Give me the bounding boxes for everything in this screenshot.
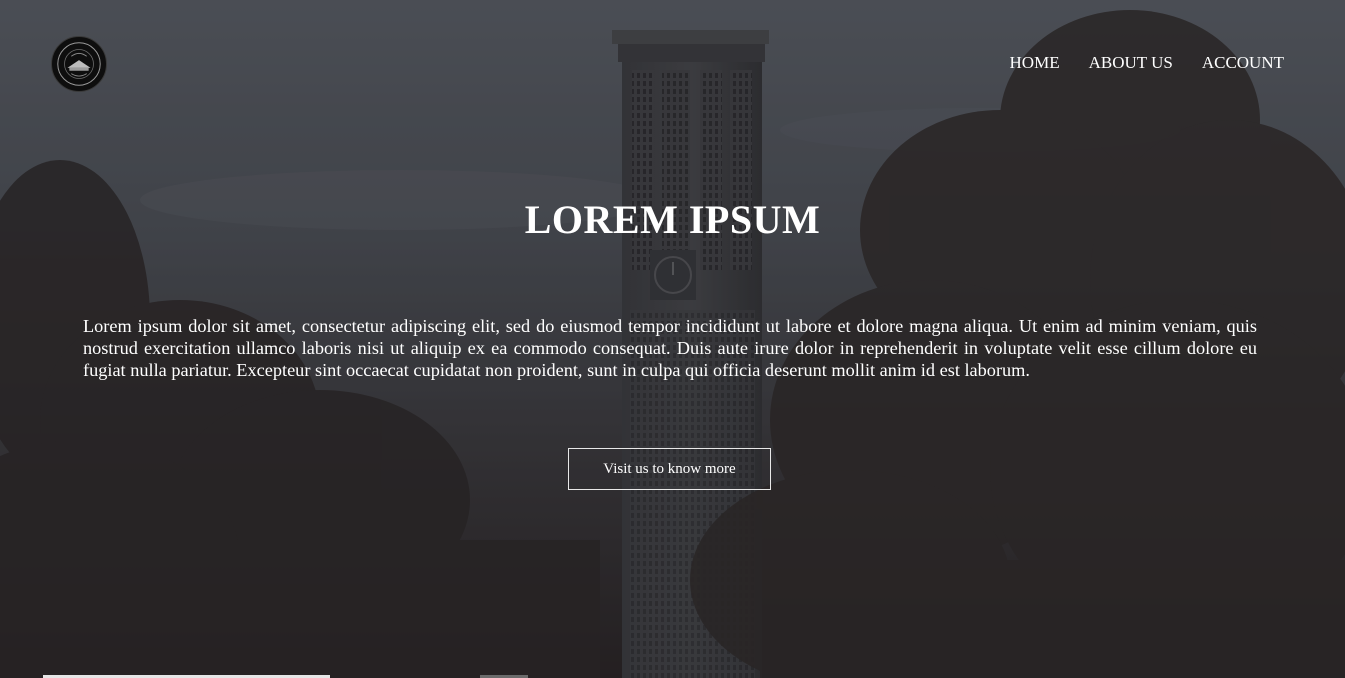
nav-about-us[interactable]: ABOUT US [1089, 53, 1173, 73]
hero-title: LOREM IPSUM [524, 197, 821, 242]
hero-description: Lorem ipsum dolor sit amet, consectetur … [83, 316, 1257, 380]
nav-home[interactable]: HOME [1010, 53, 1060, 73]
nav-account[interactable]: ACCOUNT [1202, 53, 1284, 73]
hero-section: HOME ABOUT US ACCOUNT LOREM IPSUM Lorem … [0, 0, 1345, 678]
main-nav: HOME ABOUT US ACCOUNT [1010, 53, 1284, 73]
university-seal-icon [57, 42, 101, 86]
university-logo[interactable] [51, 36, 107, 92]
visit-us-button[interactable]: Visit us to know more [568, 448, 771, 490]
